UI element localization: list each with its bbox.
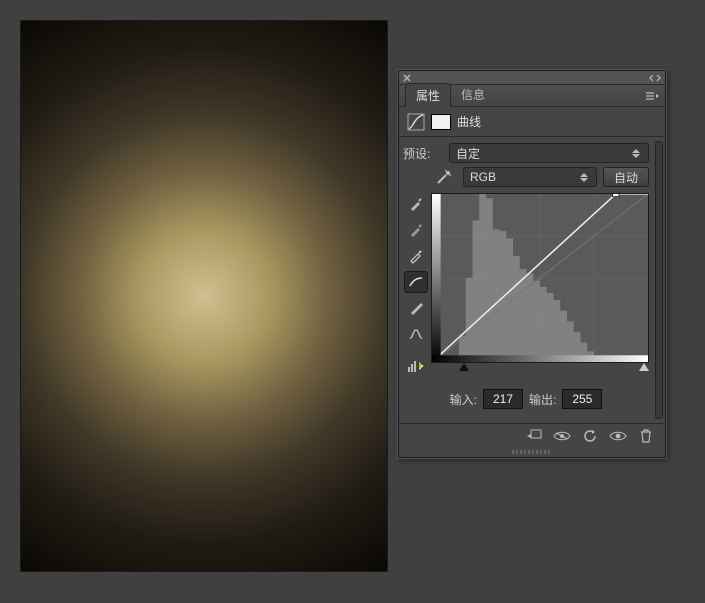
channel-select[interactable]: RGB [463, 167, 597, 187]
eyedropper-black-icon[interactable] [404, 193, 428, 215]
close-icon[interactable] [403, 74, 411, 82]
panel-footer [399, 423, 665, 447]
black-point-slider[interactable] [459, 363, 469, 371]
target-adjust-icon[interactable] [433, 169, 457, 185]
curves-icon [407, 113, 425, 131]
eyedropper-white-icon[interactable] [404, 245, 428, 267]
channel-row: RGB 自动 [403, 167, 649, 187]
preset-select[interactable]: 自定 [449, 143, 649, 163]
dropdown-icon [580, 170, 590, 184]
curve-pencil-tool-icon[interactable] [404, 297, 428, 319]
curve-point-tool-icon[interactable] [404, 271, 428, 293]
document-canvas [20, 20, 388, 572]
clip-to-layer-icon[interactable] [525, 428, 543, 444]
input-slider-track[interactable] [459, 363, 649, 377]
layer-mask-thumb[interactable] [431, 114, 451, 130]
preset-row: 预设: 自定 [403, 143, 649, 163]
panel-tabs: 属性 信息 [399, 85, 665, 107]
dropdown-icon [632, 146, 642, 160]
channel-value: RGB [470, 170, 496, 184]
reset-icon[interactable] [581, 428, 599, 444]
collapse-icon[interactable] [649, 74, 661, 82]
input-value-field[interactable]: 217 [483, 389, 523, 409]
panel-body: 预设: 自定 RGB 自动 [399, 137, 665, 423]
preset-label: 预设: [403, 145, 443, 162]
smooth-curve-icon[interactable] [404, 323, 428, 345]
output-label: 输出: [529, 391, 556, 408]
trash-icon[interactable] [637, 428, 655, 444]
visibility-icon[interactable] [609, 428, 627, 444]
tab-properties[interactable]: 属性 [405, 83, 451, 107]
resize-grip[interactable] [399, 447, 665, 457]
adjustment-title: 曲线 [457, 113, 481, 130]
histogram-clip-icon[interactable]: ! [404, 355, 428, 377]
preset-value: 自定 [456, 145, 480, 162]
scrollbar[interactable] [655, 141, 663, 419]
input-label: 输入: [450, 391, 477, 408]
panel-menu-icon[interactable] [639, 88, 665, 106]
eyedropper-gray-icon[interactable] [404, 219, 428, 241]
adjustment-header: 曲线 [399, 107, 665, 137]
curve-graph[interactable] [431, 193, 649, 363]
properties-panel: 属性 信息 曲线 预设: 自定 RGB [398, 70, 666, 458]
auto-button[interactable]: 自动 [603, 167, 649, 187]
tab-info[interactable]: 信息 [451, 83, 495, 106]
svg-text:!: ! [420, 363, 422, 370]
curve-controls: ! [403, 191, 649, 377]
view-previous-icon[interactable] [553, 428, 571, 444]
white-point-slider[interactable] [639, 363, 649, 371]
output-value-field[interactable]: 255 [562, 389, 602, 409]
io-row: 输入: 217 输出: 255 [403, 381, 649, 419]
tool-column: ! [403, 193, 429, 377]
